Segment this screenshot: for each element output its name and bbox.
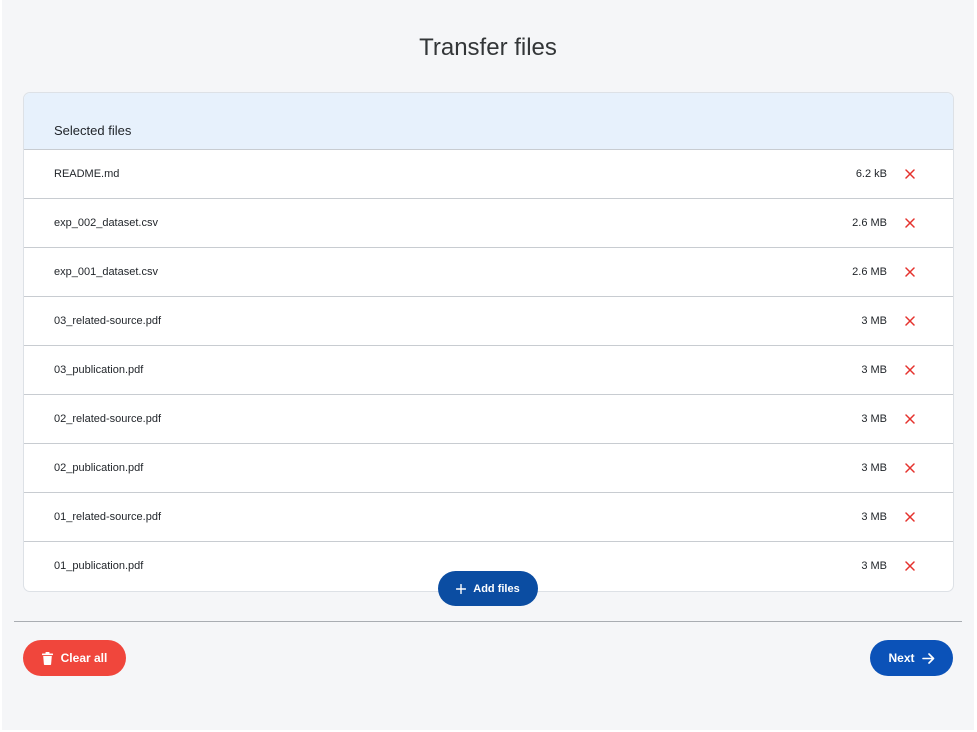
- file-row: exp_002_dataset.csv 2.6 MB: [24, 199, 953, 248]
- file-size: 3 MB: [861, 364, 887, 376]
- file-size: 3 MB: [861, 462, 887, 474]
- file-row: 03_publication.pdf 3 MB: [24, 346, 953, 395]
- file-name: README.md: [54, 168, 120, 180]
- transfer-files-page: Transfer files Selected files README.md …: [2, 0, 974, 730]
- clear-all-label: Clear all: [60, 651, 108, 665]
- close-icon: [905, 463, 915, 473]
- remove-file-button[interactable]: [903, 363, 917, 377]
- file-size: 6.2 kB: [855, 168, 887, 180]
- file-size: 3 MB: [861, 413, 887, 425]
- file-size: 3 MB: [861, 560, 887, 572]
- remove-file-button[interactable]: [903, 314, 917, 328]
- trash-icon: [41, 651, 53, 665]
- remove-file-button[interactable]: [903, 265, 917, 279]
- remove-file-button[interactable]: [903, 167, 917, 181]
- remove-file-button[interactable]: [903, 559, 917, 573]
- selected-files-panel: Selected files README.md 6.2 kB exp_002_…: [23, 92, 954, 592]
- close-icon: [905, 218, 915, 228]
- file-row: 02_publication.pdf 3 MB: [24, 444, 953, 493]
- remove-file-button[interactable]: [903, 461, 917, 475]
- file-row: README.md 6.2 kB: [24, 150, 953, 199]
- file-size: 2.6 MB: [852, 266, 887, 278]
- file-name: 03_publication.pdf: [54, 364, 144, 376]
- file-name: 01_related-source.pdf: [54, 511, 162, 523]
- file-row: 02_related-source.pdf 3 MB: [24, 395, 953, 444]
- add-files-button[interactable]: Add files: [438, 571, 538, 606]
- file-size: 2.6 MB: [852, 217, 887, 229]
- close-icon: [905, 316, 915, 326]
- plus-icon: [456, 583, 467, 594]
- file-name: exp_001_dataset.csv: [54, 266, 158, 278]
- footer-divider: [14, 621, 962, 622]
- remove-file-button[interactable]: [903, 412, 917, 426]
- file-name: 02_publication.pdf: [54, 462, 144, 474]
- clear-all-button[interactable]: Clear all: [23, 640, 126, 676]
- file-list: README.md 6.2 kB exp_002_dataset.csv 2.6…: [24, 150, 953, 590]
- close-icon: [905, 561, 915, 571]
- file-row: 03_related-source.pdf 3 MB: [24, 297, 953, 346]
- close-icon: [905, 414, 915, 424]
- file-row: 01_related-source.pdf 3 MB: [24, 493, 953, 542]
- arrow-right-icon: [921, 652, 935, 664]
- panel-header-label: Selected files: [54, 123, 132, 138]
- file-size: 3 MB: [861, 315, 887, 327]
- file-name: 02_related-source.pdf: [54, 413, 162, 425]
- next-label: Next: [888, 651, 915, 665]
- remove-file-button[interactable]: [903, 216, 917, 230]
- panel-header: Selected files: [24, 93, 953, 150]
- file-row: exp_001_dataset.csv 2.6 MB: [24, 248, 953, 297]
- file-name: exp_002_dataset.csv: [54, 217, 158, 229]
- close-icon: [905, 512, 915, 522]
- close-icon: [905, 365, 915, 375]
- file-name: 03_related-source.pdf: [54, 315, 162, 327]
- next-button[interactable]: Next: [870, 640, 953, 676]
- file-size: 3 MB: [861, 511, 887, 523]
- add-files-label: Add files: [473, 582, 520, 595]
- file-name: 01_publication.pdf: [54, 560, 144, 572]
- remove-file-button[interactable]: [903, 510, 917, 524]
- close-icon: [905, 169, 915, 179]
- close-icon: [905, 267, 915, 277]
- page-title: Transfer files: [419, 34, 557, 61]
